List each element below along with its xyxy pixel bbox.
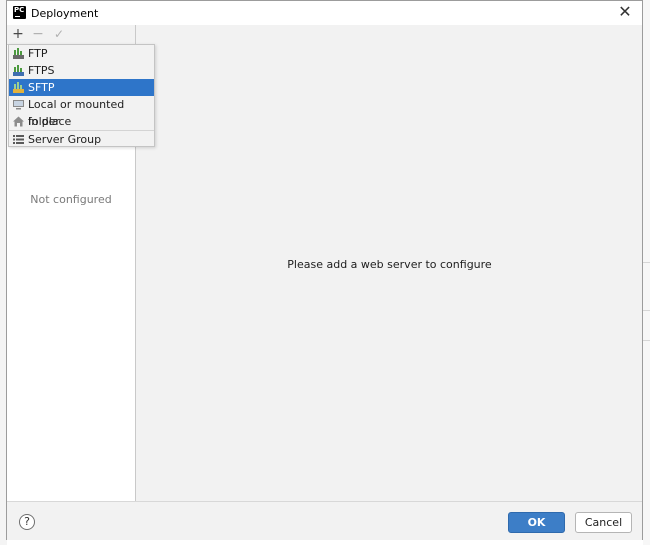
server-list-toolbar: + − ✓	[7, 25, 135, 45]
main-placeholder-message: Please add a web server to configure	[287, 258, 492, 271]
menu-item-local-folder[interactable]: Local or mounted folder	[9, 96, 154, 128]
remove-server-button[interactable]: −	[30, 26, 46, 42]
help-button[interactable]: ?	[19, 514, 35, 530]
check-icon: ✓	[53, 27, 65, 41]
empty-list-message: Not configured	[30, 193, 112, 206]
ftp-server-icon	[13, 48, 24, 59]
background-divider	[643, 310, 650, 311]
menu-item-server-group[interactable]: Server Group	[9, 131, 154, 148]
dialog-title: Deployment	[31, 7, 99, 20]
ok-button[interactable]: OK	[508, 512, 565, 533]
background-divider	[643, 340, 650, 341]
dialog-footer: ? OK Cancel	[7, 501, 642, 540]
menu-item-ftps[interactable]: FTPS	[9, 62, 154, 79]
menu-item-in-place[interactable]: In place	[9, 113, 154, 130]
close-icon: ✕	[618, 2, 632, 21]
title-bar: PC Deployment ✕	[7, 1, 642, 25]
question-mark-icon: ?	[24, 515, 30, 528]
deployment-dialog: PC Deployment ✕ + − ✓ Not configured Ple…	[6, 0, 643, 540]
local-folder-icon	[13, 100, 24, 110]
close-button[interactable]: ✕	[617, 4, 633, 20]
server-group-icon	[13, 135, 24, 144]
background-app-right-edge	[643, 0, 650, 545]
menu-item-sftp[interactable]: SFTP	[9, 79, 154, 96]
add-server-button[interactable]: +	[10, 26, 26, 42]
cancel-button[interactable]: Cancel	[575, 512, 632, 533]
menu-item-label: In place	[28, 115, 72, 128]
menu-item-label: FTPS	[28, 64, 55, 77]
add-server-popup-menu: FTP FTPS SFTP Local or mounted folder In…	[8, 44, 155, 147]
set-default-button[interactable]: ✓	[51, 26, 67, 42]
background-divider	[643, 262, 650, 263]
menu-item-label: SFTP	[28, 81, 55, 94]
in-place-icon	[13, 116, 24, 127]
menu-item-ftp[interactable]: FTP	[9, 45, 154, 62]
plus-icon: +	[12, 26, 24, 42]
menu-item-label: FTP	[28, 47, 48, 60]
menu-item-label: Server Group	[28, 133, 102, 146]
ftps-server-icon	[13, 65, 24, 76]
minus-icon: −	[32, 26, 44, 42]
pycharm-app-icon: PC	[13, 6, 26, 19]
sftp-server-icon	[13, 82, 24, 93]
